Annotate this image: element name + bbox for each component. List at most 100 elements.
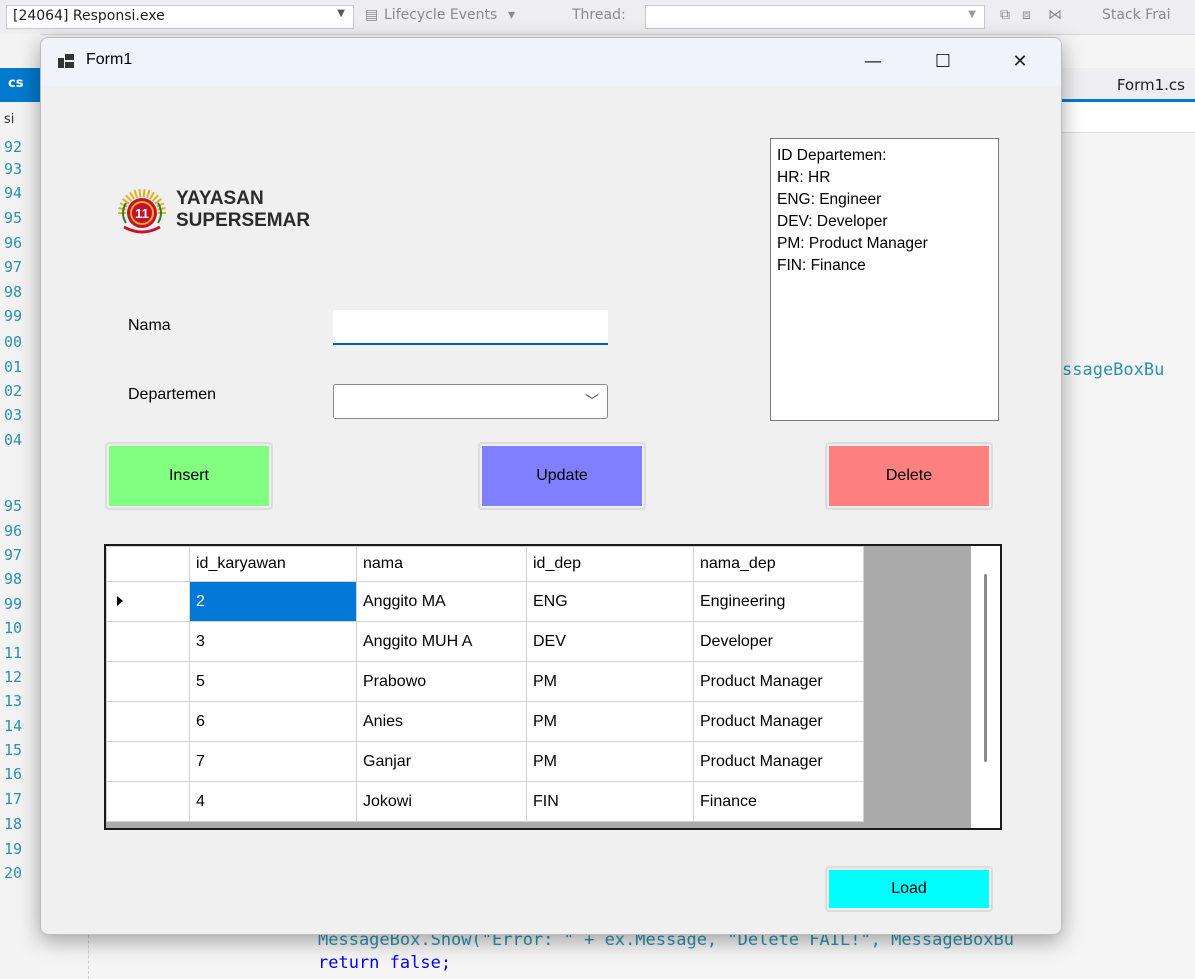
logo-ray [129,191,135,200]
code-line: return false; [318,953,451,973]
column-header-id-dep[interactable]: id_dep [526,546,694,582]
row-header[interactable] [106,661,190,702]
thread-dropdown[interactable]: ▼ [645,5,985,29]
scrollbar-thumb[interactable] [984,574,987,762]
chevron-down-icon: ▼ [337,8,345,19]
cell-id-dep[interactable]: FIN [526,781,694,822]
chevron-down-icon: ﹀ [585,394,599,410]
cell-id-karyawan[interactable]: 5 [189,661,357,702]
lifecycle-events-icon[interactable]: ▤ [365,7,378,23]
cell-nama-dep[interactable]: Developer [693,621,864,662]
cell-id-karyawan[interactable]: 4 [189,781,357,822]
stack-frame-icon[interactable]: ⋈ [1048,7,1062,23]
yayasan-supersemar-logo: 11 YAYASAN SUPERSEMAR [116,183,310,243]
table-row[interactable]: 6 Anies PM Product Manager [106,701,864,742]
cell-nama[interactable]: Anies [356,701,527,742]
line-number: 18 [4,815,23,833]
line-number: 10 [4,619,23,637]
departemen-info-textbox[interactable]: ID Departemen: HR: HR ENG: Engineer DEV:… [770,138,999,421]
nama-input[interactable] [333,310,608,345]
line-number: 11 [4,644,23,662]
lifecycle-events-button[interactable]: Lifecycle Events [384,7,497,23]
logo-ray [145,189,151,199]
table-row[interactable]: 4 Jokowi FIN Finance [106,781,864,822]
line-number: 02 [4,382,23,400]
tab-form1-cs[interactable]: Form1.cs [1060,68,1195,102]
grid-table: id_karyawan nama id_dep nama_dep 2 Anggit… [106,546,864,822]
cell-nama[interactable]: Prabowo [356,661,527,702]
toolbar-icon[interactable]: ⧈ [1022,7,1031,23]
maximize-button[interactable]: ☐ [920,44,966,80]
cell-id-dep[interactable]: ENG [526,581,694,622]
line-number: 95 [4,209,23,227]
line-number: 12 [4,668,23,686]
logo-badge-text: 11 [135,206,149,221]
row-header[interactable] [106,781,190,822]
line-number: 13 [4,692,23,710]
cell-id-dep[interactable]: DEV [526,621,694,662]
table-row[interactable]: 7 Ganjar PM Product Manager [106,741,864,782]
cell-id-karyawan[interactable]: 3 [189,621,357,662]
table-row[interactable]: 5 Prabowo PM Product Manager [106,661,864,702]
departemen-combobox[interactable]: ﹀ [333,384,608,419]
logo-emblem-icon: 11 [118,189,166,234]
departemen-label: Departemen [128,386,217,403]
cell-nama[interactable]: Anggito MA [356,581,527,622]
cell-nama-dep[interactable]: Finance [693,781,864,822]
logo-ray [149,191,155,200]
ide-left-tab[interactable]: cs [0,68,40,102]
process-dropdown[interactable]: [24064] Responsi.exe ▼ [6,5,354,29]
cell-nama[interactable]: Anggito MUH A [356,621,527,662]
ide-nav-bar [1060,102,1195,133]
table-row[interactable]: 2 Anggito MA ENG Engineering [106,581,864,622]
cell-nama-dep[interactable]: Product Manager [693,701,864,742]
logo-ray [138,189,142,198]
line-number: 94 [4,184,23,202]
window-title: Form1 [86,51,133,68]
close-button[interactable]: ✕ [997,44,1043,80]
info-line: PM: Product Manager [777,235,928,252]
delete-button[interactable]: Delete [825,442,993,510]
chevron-down-icon: ▼ [968,9,976,20]
form-icon [58,54,74,68]
logo-ray [125,194,133,202]
line-number: 19 [4,840,23,858]
stack-frame-button[interactable]: Stack Frai [1102,7,1170,23]
karyawan-datagrid[interactable]: id_karyawan nama id_dep nama_dep 2 Anggit… [104,544,1002,830]
update-button[interactable]: Update [478,442,646,510]
insert-button[interactable]: Insert [105,442,273,510]
minimize-button[interactable]: — [850,44,896,80]
row-header[interactable] [106,741,190,782]
button-label: Load [891,880,927,897]
current-row-arrow-icon [117,595,123,606]
grid-corner-cell[interactable] [106,546,190,582]
column-header-id-karyawan[interactable]: id_karyawan [189,546,357,582]
title-bar[interactable]: Form1 — ☐ ✕ [41,38,1061,86]
cell-id-dep[interactable]: PM [526,741,694,782]
cell-id-dep[interactable]: PM [526,661,694,702]
cell-id-karyawan[interactable]: 2 [189,581,357,622]
cell-nama-dep[interactable]: Engineering [693,581,864,622]
logo-ray [121,198,130,205]
cell-id-dep[interactable]: PM [526,701,694,742]
info-line: HR: HR [777,169,831,186]
toolbar-icon[interactable]: ⧉ [1000,7,1010,23]
row-header[interactable] [106,701,190,742]
line-number: 99 [4,307,23,325]
row-header[interactable] [106,581,190,622]
line-number: 04 [4,431,23,449]
logo-ray [133,189,139,199]
info-line: ENG: Engineer [777,191,882,208]
column-header-nama-dep[interactable]: nama_dep [693,546,864,582]
cell-id-karyawan[interactable]: 7 [189,741,357,782]
cell-nama-dep[interactable]: Product Manager [693,741,864,782]
cell-nama[interactable]: Jokowi [356,781,527,822]
cell-nama-dep[interactable]: Product Manager [693,661,864,702]
ide-toolbar: [24064] Responsi.exe ▼ ▤ Lifecycle Event… [0,0,1195,35]
cell-id-karyawan[interactable]: 6 [189,701,357,742]
cell-nama[interactable]: Ganjar [356,741,527,782]
table-row[interactable]: 3 Anggito MUH A DEV Developer [106,621,864,662]
load-button[interactable]: Load [825,866,993,912]
row-header[interactable] [106,621,190,662]
column-header-nama[interactable]: nama [356,546,527,582]
